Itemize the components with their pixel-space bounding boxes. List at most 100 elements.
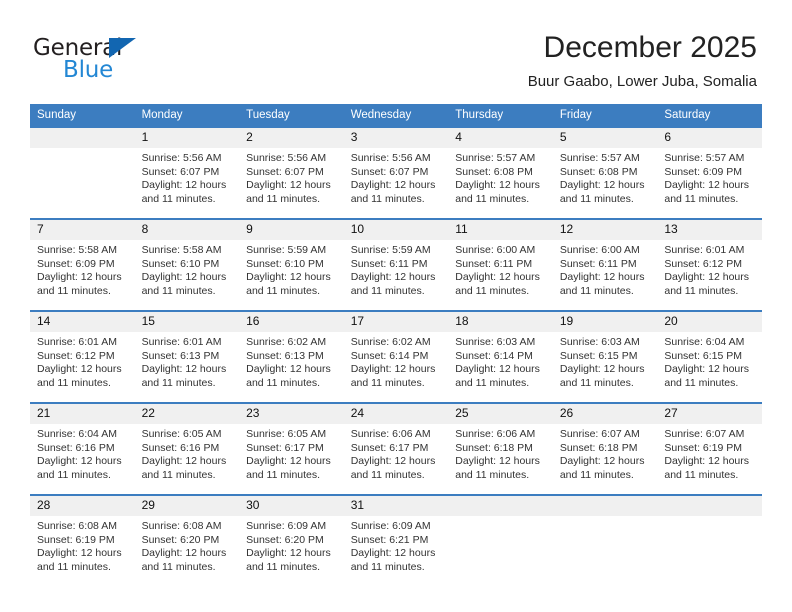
sunset-text: Sunset: 6:07 PM xyxy=(246,165,324,178)
calendar-day-cell[interactable]: 9 Sunrise: 5:59 AM Sunset: 6:10 PM Daylight… xyxy=(239,218,344,311)
sunrise-text: Sunrise: 6:04 AM xyxy=(664,336,745,348)
sunrise-text: Sunrise: 6:03 AM xyxy=(455,336,536,348)
daylight-text-line1: Daylight: 12 hours xyxy=(141,547,227,560)
calendar-day-cell[interactable]: 4 Sunrise: 5:57 AM Sunset: 6:08 PM Daylight… xyxy=(448,126,553,219)
weekday-header-monday: Monday xyxy=(134,104,240,127)
daylight-text-line2: and 11 minutes. xyxy=(559,468,634,481)
day-number: 14 xyxy=(30,312,135,332)
day-details: Sunrise: 5:58 AM Sunset: 6:10 PM Daylight:… xyxy=(135,240,240,298)
daylight-text-line2: and 11 minutes. xyxy=(350,468,425,481)
sunrise-text: Sunrise: 6:05 AM xyxy=(141,428,222,440)
sunrise-text: Sunrise: 6:00 AM xyxy=(559,244,640,256)
calendar-cell-empty xyxy=(552,494,658,582)
day-number: 3 xyxy=(343,128,449,148)
calendar-day-cell[interactable]: 3 Sunrise: 5:56 AM Sunset: 6:07 PM Daylight… xyxy=(343,126,449,219)
general-blue-logo[interactable]: General Blue xyxy=(33,36,233,88)
daylight-text-line1: Daylight: 12 hours xyxy=(246,179,331,192)
day-number xyxy=(30,128,135,148)
sunset-text: Sunset: 6:16 PM xyxy=(141,441,220,454)
daylight-text-line2: and 11 minutes. xyxy=(141,192,216,205)
day-number: 13 xyxy=(657,220,762,240)
sunrise-text: Sunrise: 6:08 AM xyxy=(37,520,117,532)
weekday-header-tuesday: Tuesday xyxy=(239,104,344,127)
calendar-day-cell[interactable]: 20 Sunrise: 6:04 AM Sunset: 6:15 PM Dayligh… xyxy=(657,310,762,403)
day-number: 23 xyxy=(239,404,344,424)
day-details: Sunrise: 6:07 AM Sunset: 6:19 PM Daylight:… xyxy=(657,424,762,482)
sunset-text: Sunset: 6:14 PM xyxy=(350,349,429,362)
calendar-day-cell[interactable]: 26 Sunrise: 6:07 AM Sunset: 6:18 PM Dayligh… xyxy=(552,402,658,495)
day-details: Sunrise: 6:03 AM Sunset: 6:14 PM Daylight:… xyxy=(448,332,553,390)
calendar-day-cell[interactable]: 8 Sunrise: 5:58 AM Sunset: 6:10 PM Daylight… xyxy=(134,218,240,311)
day-number: 22 xyxy=(134,404,240,424)
calendar-day-cell[interactable]: 27 Sunrise: 6:07 AM Sunset: 6:19 PM Dayligh… xyxy=(657,402,762,495)
calendar-day-cell[interactable]: 21 Sunrise: 6:04 AM Sunset: 6:16 PM Dayligh… xyxy=(30,402,135,495)
calendar-day-cell[interactable]: 5 Sunrise: 5:57 AM Sunset: 6:08 PM Daylight… xyxy=(552,126,658,219)
calendar-day-cell[interactable]: 7 Sunrise: 5:58 AM Sunset: 6:09 PM Daylight… xyxy=(30,218,135,311)
page-subtitle: Buur Gaabo, Lower Juba, Somalia xyxy=(527,73,757,90)
calendar-day-cell[interactable]: 30 Sunrise: 6:09 AM Sunset: 6:20 PM Dayligh… xyxy=(239,494,344,582)
sunrise-text: Sunrise: 6:06 AM xyxy=(350,428,431,440)
sunset-text: Sunset: 6:13 PM xyxy=(141,349,220,362)
calendar-day-cell[interactable]: 25 Sunrise: 6:06 AM Sunset: 6:18 PM Dayligh… xyxy=(448,402,553,495)
title-block: December 2025 Buur Gaabo, Lower Juba, So… xyxy=(528,30,757,92)
calendar-day-cell[interactable]: 16 Sunrise: 6:02 AM Sunset: 6:13 PM Dayligh… xyxy=(239,310,344,403)
calendar-day-cell[interactable]: 10 Sunrise: 5:59 AM Sunset: 6:11 PM Dayligh… xyxy=(343,218,449,311)
day-details: Sunrise: 6:04 AM Sunset: 6:16 PM Daylight:… xyxy=(30,424,135,482)
calendar-day-cell[interactable]: 6 Sunrise: 5:57 AM Sunset: 6:09 PM Daylight… xyxy=(657,126,762,219)
sunrise-text: Sunrise: 5:56 AM xyxy=(141,152,222,164)
calendar-day-cell[interactable]: 12 Sunrise: 6:00 AM Sunset: 6:11 PM Dayligh… xyxy=(552,218,658,311)
daylight-text-line2: and 11 minutes. xyxy=(37,284,111,297)
daylight-text-line1: Daylight: 12 hours xyxy=(455,271,540,284)
sunset-text: Sunset: 6:18 PM xyxy=(559,441,638,454)
sunset-text: Sunset: 6:17 PM xyxy=(246,441,324,454)
calendar-cell-empty xyxy=(30,126,135,219)
day-details: Sunrise: 6:05 AM Sunset: 6:17 PM Daylight:… xyxy=(239,424,344,482)
calendar-day-cell[interactable]: 11 Sunrise: 6:00 AM Sunset: 6:11 PM Dayligh… xyxy=(448,218,553,311)
sunset-text: Sunset: 6:20 PM xyxy=(141,533,220,546)
calendar-day-cell[interactable]: 28 Sunrise: 6:08 AM Sunset: 6:19 PM Dayligh… xyxy=(30,494,135,582)
daylight-text-line2: and 11 minutes. xyxy=(664,192,739,205)
daylight-text-line2: and 11 minutes. xyxy=(141,376,216,389)
day-details: Sunrise: 6:03 AM Sunset: 6:15 PM Daylight:… xyxy=(553,332,658,390)
daylight-text-line2: and 11 minutes. xyxy=(37,560,111,573)
daylight-text-line2: and 11 minutes. xyxy=(246,376,321,389)
daylight-text-line2: and 11 minutes. xyxy=(455,468,530,481)
day-number: 2 xyxy=(239,128,344,148)
day-number xyxy=(552,496,658,516)
calendar-day-cell[interactable]: 23 Sunrise: 6:05 AM Sunset: 6:17 PM Dayligh… xyxy=(239,402,344,495)
day-number: 17 xyxy=(343,312,449,332)
calendar-day-cell[interactable]: 17 Sunrise: 6:02 AM Sunset: 6:14 PM Dayligh… xyxy=(343,310,449,403)
calendar-day-cell[interactable]: 19 Sunrise: 6:03 AM Sunset: 6:15 PM Dayligh… xyxy=(552,310,658,403)
daylight-text-line2: and 11 minutes. xyxy=(664,468,739,481)
calendar-day-cell[interactable]: 22 Sunrise: 6:05 AM Sunset: 6:16 PM Dayligh… xyxy=(134,402,240,495)
day-details: Sunrise: 6:06 AM Sunset: 6:17 PM Daylight:… xyxy=(344,424,449,482)
daylight-text-line2: and 11 minutes. xyxy=(350,560,425,573)
daylight-text-line1: Daylight: 12 hours xyxy=(664,271,750,284)
day-number: 20 xyxy=(657,312,762,332)
sunset-text: Sunset: 6:09 PM xyxy=(37,257,115,270)
sunrise-text: Sunrise: 5:56 AM xyxy=(350,152,431,164)
sunrise-text: Sunrise: 5:57 AM xyxy=(559,152,640,164)
calendar-day-cell[interactable]: 15 Sunrise: 6:01 AM Sunset: 6:13 PM Dayligh… xyxy=(134,310,240,403)
calendar-day-cell[interactable]: 1 Sunrise: 5:56 AM Sunset: 6:07 PM Daylight… xyxy=(134,126,240,219)
calendar-day-cell[interactable]: 14 Sunrise: 6:01 AM Sunset: 6:12 PM Dayligh… xyxy=(30,310,135,403)
sunrise-text: Sunrise: 6:02 AM xyxy=(350,336,431,348)
day-details: Sunrise: 5:57 AM Sunset: 6:08 PM Daylight:… xyxy=(553,148,658,206)
calendar-day-cell[interactable]: 24 Sunrise: 6:06 AM Sunset: 6:17 PM Dayligh… xyxy=(343,402,449,495)
calendar-day-cell[interactable]: 29 Sunrise: 6:08 AM Sunset: 6:20 PM Dayligh… xyxy=(134,494,240,582)
day-details: Sunrise: 6:00 AM Sunset: 6:11 PM Daylight:… xyxy=(553,240,658,298)
day-number: 25 xyxy=(448,404,553,424)
daylight-text-line2: and 11 minutes. xyxy=(664,376,739,389)
sunrise-text: Sunrise: 6:05 AM xyxy=(246,428,327,440)
sunrise-text: Sunrise: 5:57 AM xyxy=(455,152,536,164)
sunset-text: Sunset: 6:20 PM xyxy=(246,533,324,546)
day-number: 29 xyxy=(134,496,240,516)
calendar-day-cell[interactable]: 2 Sunrise: 5:56 AM Sunset: 6:07 PM Daylight… xyxy=(239,126,344,219)
day-number: 15 xyxy=(134,312,240,332)
daylight-text-line1: Daylight: 12 hours xyxy=(350,179,436,192)
sunrise-text: Sunrise: 6:07 AM xyxy=(559,428,640,440)
calendar-day-cell[interactable]: 13 Sunrise: 6:01 AM Sunset: 6:12 PM Dayligh… xyxy=(657,218,762,311)
calendar-day-cell[interactable]: 31 Sunrise: 6:09 AM Sunset: 6:21 PM Dayligh… xyxy=(343,494,449,582)
day-details: Sunrise: 6:07 AM Sunset: 6:18 PM Daylight:… xyxy=(553,424,658,482)
calendar-day-cell[interactable]: 18 Sunrise: 6:03 AM Sunset: 6:14 PM Dayligh… xyxy=(448,310,553,403)
